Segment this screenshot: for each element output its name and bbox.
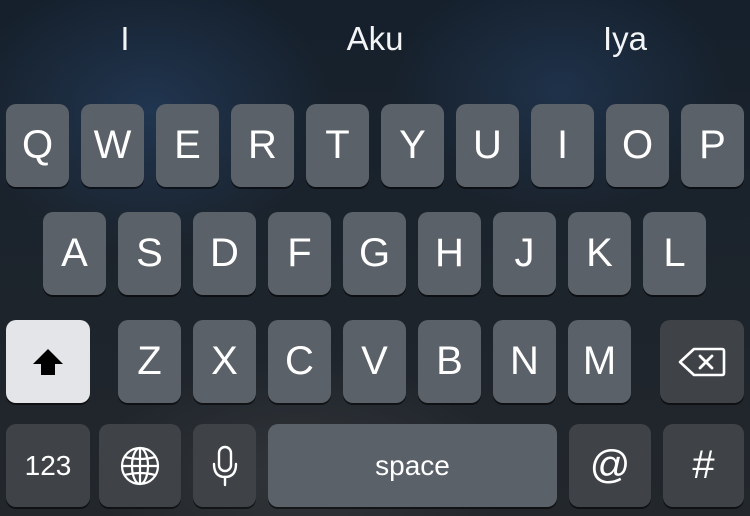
backspace-icon	[678, 346, 726, 378]
key-c[interactable]: C	[268, 320, 331, 403]
hash-key[interactable]: #	[663, 424, 744, 507]
key-r[interactable]: R	[231, 104, 294, 187]
key-j[interactable]: J	[493, 212, 556, 295]
at-key[interactable]: @	[569, 424, 651, 507]
microphone-key[interactable]	[193, 424, 256, 507]
key-u[interactable]: U	[456, 104, 519, 187]
suggestion-2[interactable]: Aku	[250, 16, 500, 62]
key-i[interactable]: I	[531, 104, 594, 187]
globe-icon	[119, 445, 161, 487]
key-n[interactable]: N	[493, 320, 556, 403]
key-a[interactable]: A	[43, 212, 106, 295]
suggestion-1[interactable]: I	[0, 16, 250, 62]
key-e[interactable]: E	[156, 104, 219, 187]
globe-key[interactable]	[99, 424, 181, 507]
space-key[interactable]: space	[268, 424, 557, 507]
microphone-icon	[211, 445, 239, 487]
numbers-key[interactable]: 123	[6, 424, 90, 507]
key-p[interactable]: P	[681, 104, 744, 187]
key-d[interactable]: D	[193, 212, 256, 295]
key-y[interactable]: Y	[381, 104, 444, 187]
shift-arrow-icon	[31, 347, 65, 377]
key-l[interactable]: L	[643, 212, 706, 295]
key-z[interactable]: Z	[118, 320, 181, 403]
shift-key[interactable]	[6, 320, 90, 403]
key-h[interactable]: H	[418, 212, 481, 295]
key-k[interactable]: K	[568, 212, 631, 295]
key-v[interactable]: V	[343, 320, 406, 403]
key-s[interactable]: S	[118, 212, 181, 295]
key-b[interactable]: B	[418, 320, 481, 403]
key-t[interactable]: T	[306, 104, 369, 187]
key-x[interactable]: X	[193, 320, 256, 403]
key-q[interactable]: Q	[6, 104, 69, 187]
key-f[interactable]: F	[268, 212, 331, 295]
key-o[interactable]: O	[606, 104, 669, 187]
key-g[interactable]: G	[343, 212, 406, 295]
key-w[interactable]: W	[81, 104, 144, 187]
backspace-key[interactable]	[660, 320, 744, 403]
suggestion-3[interactable]: Iya	[500, 16, 750, 62]
key-m[interactable]: M	[568, 320, 631, 403]
